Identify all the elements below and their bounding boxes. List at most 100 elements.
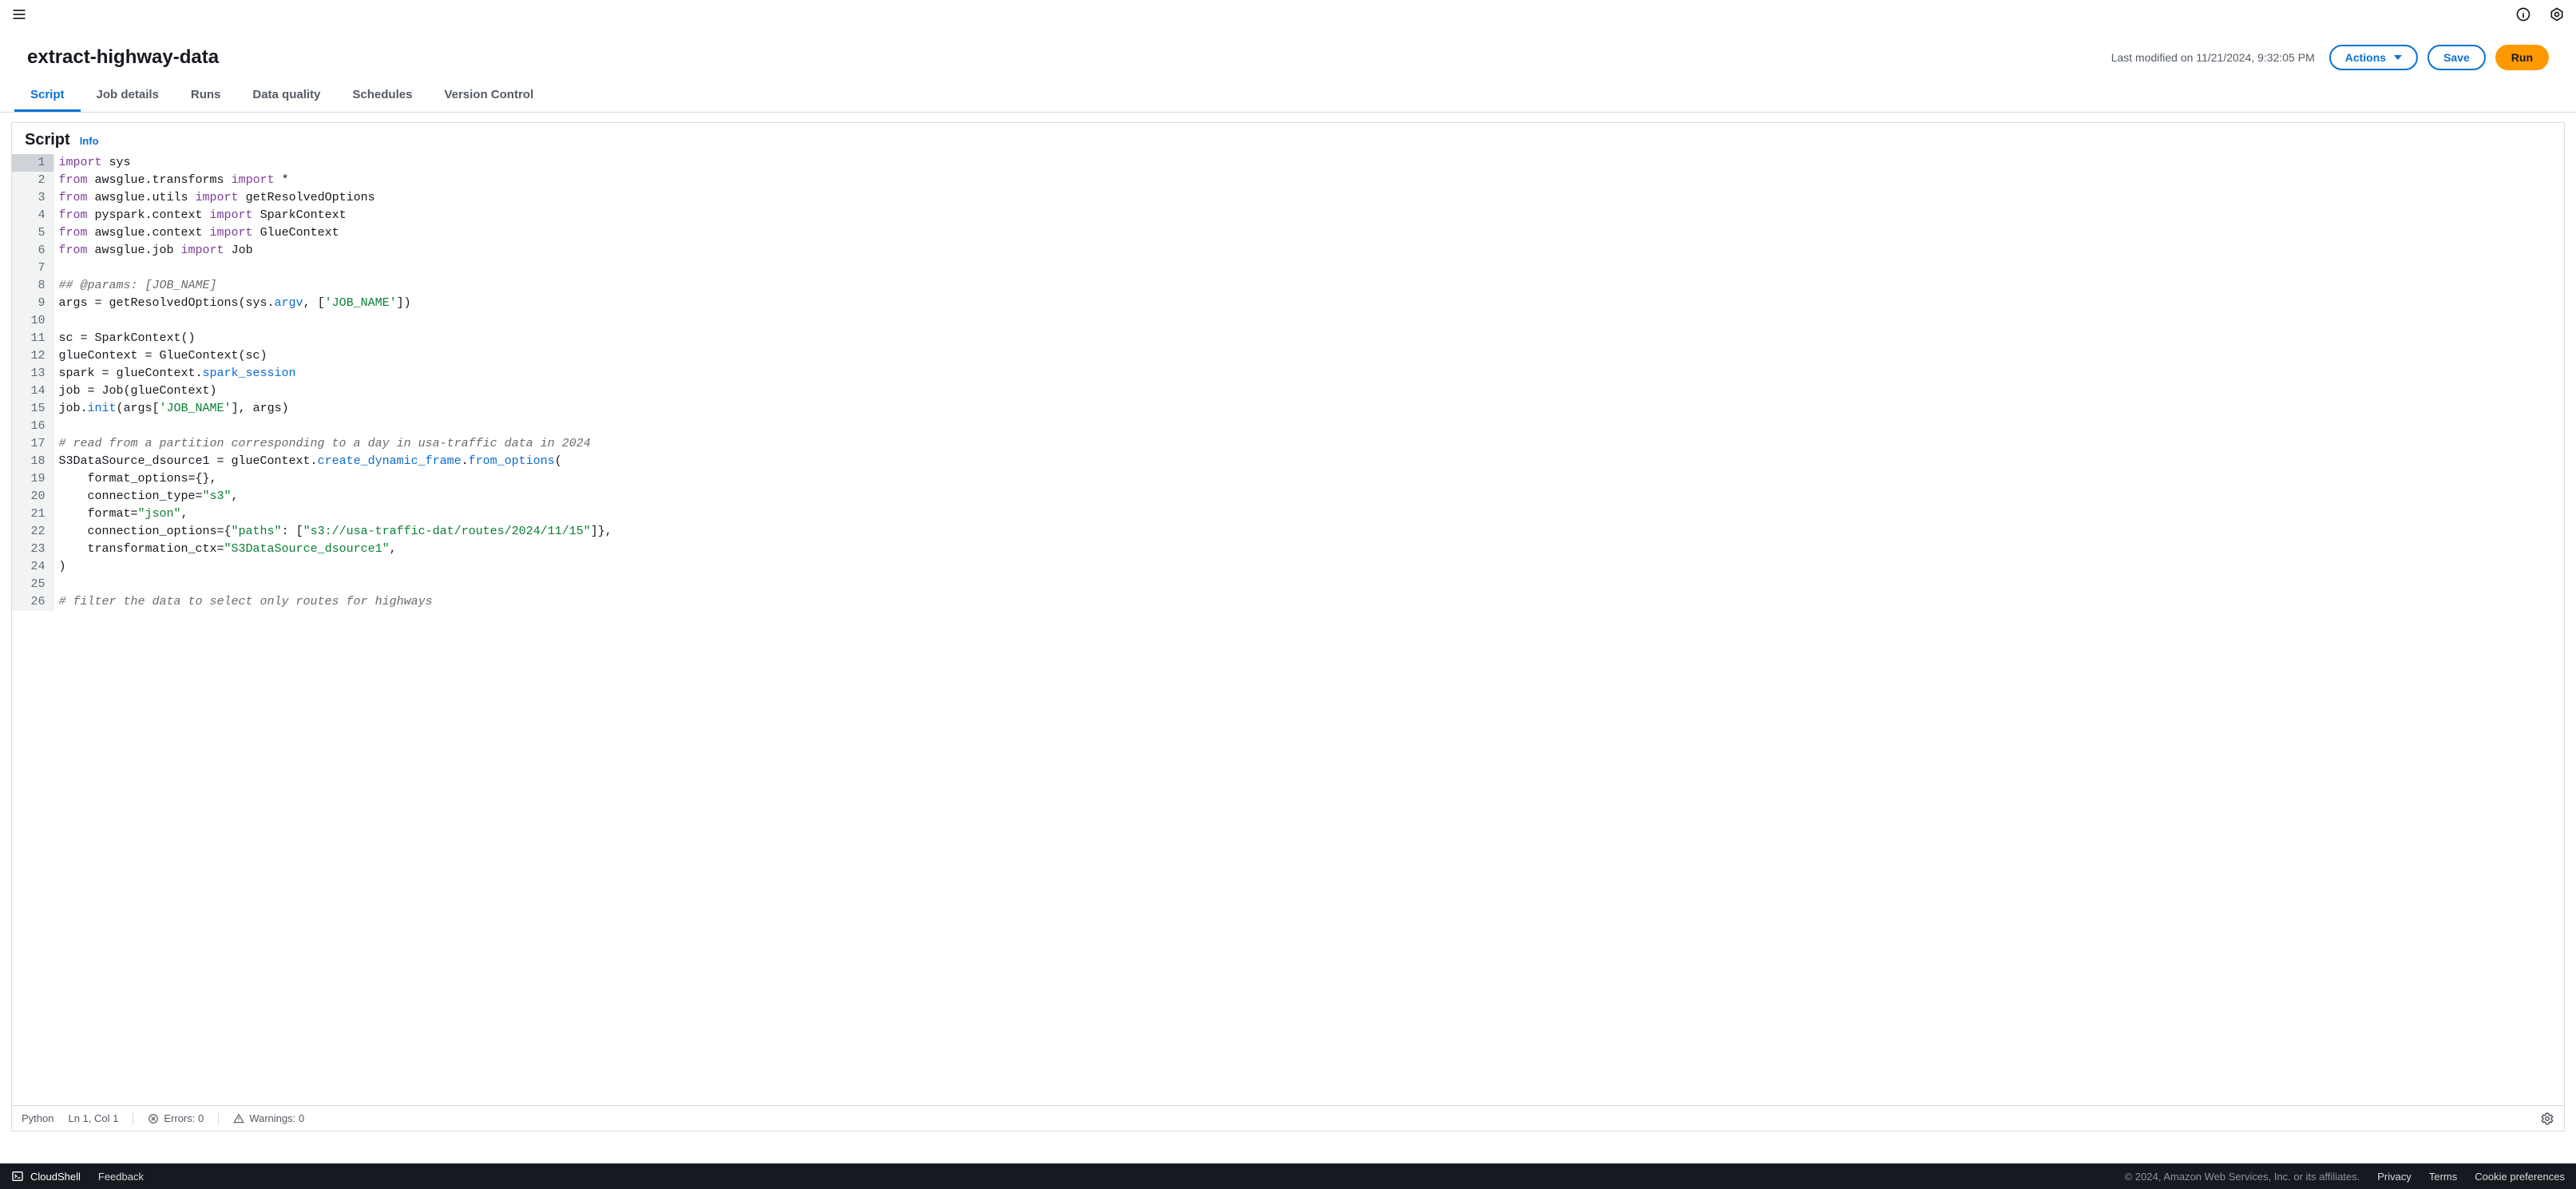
code-content[interactable]: from awsglue.utils import getResolvedOpt… <box>54 189 2564 207</box>
cookies-link[interactable]: Cookie preferences <box>2475 1171 2565 1183</box>
code-editor[interactable]: 1import sys2from awsglue.transforms impo… <box>12 154 2564 1105</box>
line-number: 15 <box>12 400 54 418</box>
tab-schedules[interactable]: Schedules <box>336 78 428 112</box>
info-link[interactable]: Info <box>80 135 99 147</box>
cloudshell-button[interactable]: CloudShell <box>11 1170 81 1183</box>
status-cursor: Ln 1, Col 1 <box>68 1112 118 1124</box>
code-content[interactable]: args = getResolvedOptions(sys.argv, ['JO… <box>54 295 2564 312</box>
code-content[interactable]: sc = SparkContext() <box>54 330 2564 347</box>
run-button[interactable]: Run <box>2495 45 2549 70</box>
code-line: 19 format_options={}, <box>12 470 2564 488</box>
code-content[interactable]: spark = glueContext.spark_session <box>54 365 2564 382</box>
code-content[interactable] <box>54 260 2564 277</box>
code-content[interactable]: connection_type="s3", <box>54 488 2564 505</box>
hamburger-icon[interactable] <box>11 6 27 22</box>
line-number: 26 <box>12 593 54 611</box>
code-line: 14job = Job(glueContext) <box>12 382 2564 400</box>
script-panel: Script Info 1import sys2from awsglue.tra… <box>11 122 2565 1132</box>
chevron-down-icon <box>2394 55 2402 60</box>
code-content[interactable]: from pyspark.context import SparkContext <box>54 207 2564 224</box>
line-number: 11 <box>12 330 54 347</box>
line-number: 3 <box>12 189 54 207</box>
code-content[interactable] <box>54 576 2564 593</box>
tab-job-details[interactable]: Job details <box>81 78 175 112</box>
line-number: 6 <box>12 242 54 260</box>
code-content[interactable]: glueContext = GlueContext(sc) <box>54 347 2564 365</box>
panel-title: Script <box>25 131 70 149</box>
gear-icon[interactable] <box>2540 1112 2554 1126</box>
code-line: 18S3DataSource_dsource1 = glueContext.cr… <box>12 453 2564 470</box>
status-language: Python <box>22 1112 54 1124</box>
tab-runs[interactable]: Runs <box>175 78 237 112</box>
code-line: 7 <box>12 260 2564 277</box>
code-content[interactable]: from awsglue.transforms import * <box>54 172 2564 189</box>
tab-version-control[interactable]: Version Control <box>428 78 549 112</box>
code-content[interactable]: job.init(args['JOB_NAME'], args) <box>54 400 2564 418</box>
code-content[interactable] <box>54 418 2564 435</box>
warning-icon <box>233 1113 244 1124</box>
line-number: 21 <box>12 505 54 523</box>
privacy-link[interactable]: Privacy <box>2377 1171 2412 1183</box>
editor-statusbar: Python Ln 1, Col 1 Errors: 0 Warnings: 0 <box>12 1105 2564 1131</box>
line-number: 1 <box>12 154 54 172</box>
tab-script[interactable]: Script <box>14 78 81 112</box>
code-line: 23 transformation_ctx="S3DataSource_dsou… <box>12 541 2564 558</box>
code-line: 8## @params: [JOB_NAME] <box>12 277 2564 295</box>
code-content[interactable]: job = Job(glueContext) <box>54 382 2564 400</box>
code-content[interactable]: # filter the data to select only routes … <box>54 593 2564 611</box>
status-warnings: Warnings: 0 <box>233 1112 304 1124</box>
line-number: 16 <box>12 418 54 435</box>
settings-hex-icon[interactable] <box>2549 6 2565 22</box>
code-content[interactable]: from awsglue.job import Job <box>54 242 2564 260</box>
code-line: 22 connection_options={"paths": ["s3://u… <box>12 523 2564 541</box>
top-icon-bar <box>0 0 2576 29</box>
status-errors: Errors: 0 <box>148 1112 204 1124</box>
code-content[interactable]: ## @params: [JOB_NAME] <box>54 277 2564 295</box>
error-icon <box>148 1113 159 1124</box>
code-line: 4from pyspark.context import SparkContex… <box>12 207 2564 224</box>
terms-link[interactable]: Terms <box>2429 1171 2457 1183</box>
line-number: 20 <box>12 488 54 505</box>
line-number: 19 <box>12 470 54 488</box>
code-content[interactable] <box>54 312 2564 330</box>
actions-button-label: Actions <box>2345 51 2386 64</box>
code-line: 6from awsglue.job import Job <box>12 242 2564 260</box>
code-line: 12glueContext = GlueContext(sc) <box>12 347 2564 365</box>
code-line: 24) <box>12 558 2564 576</box>
code-content[interactable]: connection_options={"paths": ["s3://usa-… <box>54 523 2564 541</box>
code-line: 26# filter the data to select only route… <box>12 593 2564 611</box>
last-modified: Last modified on 11/21/2024, 9:32:05 PM <box>2111 51 2315 64</box>
line-number: 13 <box>12 365 54 382</box>
terminal-icon <box>11 1170 24 1183</box>
code-line: 21 format="json", <box>12 505 2564 523</box>
line-number: 2 <box>12 172 54 189</box>
code-line: 9args = getResolvedOptions(sys.argv, ['J… <box>12 295 2564 312</box>
actions-button[interactable]: Actions <box>2329 45 2418 70</box>
code-content[interactable]: format="json", <box>54 505 2564 523</box>
line-number: 17 <box>12 435 54 453</box>
code-content[interactable]: ) <box>54 558 2564 576</box>
code-content[interactable]: format_options={}, <box>54 470 2564 488</box>
line-number: 25 <box>12 576 54 593</box>
code-line: 10 <box>12 312 2564 330</box>
code-content[interactable]: from awsglue.context import GlueContext <box>54 224 2564 242</box>
line-number: 18 <box>12 453 54 470</box>
feedback-link[interactable]: Feedback <box>98 1171 144 1183</box>
code-line: 17# read from a partition corresponding … <box>12 435 2564 453</box>
code-line: 5from awsglue.context import GlueContext <box>12 224 2564 242</box>
help-icon[interactable] <box>2515 6 2531 22</box>
tab-bar: Script Job details Runs Data quality Sch… <box>0 78 2576 113</box>
line-number: 7 <box>12 260 54 277</box>
save-button[interactable]: Save <box>2427 45 2486 70</box>
code-line: 1import sys <box>12 154 2564 172</box>
code-line: 16 <box>12 418 2564 435</box>
code-content[interactable]: import sys <box>54 154 2564 172</box>
code-content[interactable]: # read from a partition corresponding to… <box>54 435 2564 453</box>
tab-data-quality[interactable]: Data quality <box>236 78 336 112</box>
line-number: 9 <box>12 295 54 312</box>
code-content[interactable]: S3DataSource_dsource1 = glueContext.crea… <box>54 453 2564 470</box>
line-number: 4 <box>12 207 54 224</box>
code-line: 2from awsglue.transforms import * <box>12 172 2564 189</box>
code-content[interactable]: transformation_ctx="S3DataSource_dsource… <box>54 541 2564 558</box>
line-number: 22 <box>12 523 54 541</box>
